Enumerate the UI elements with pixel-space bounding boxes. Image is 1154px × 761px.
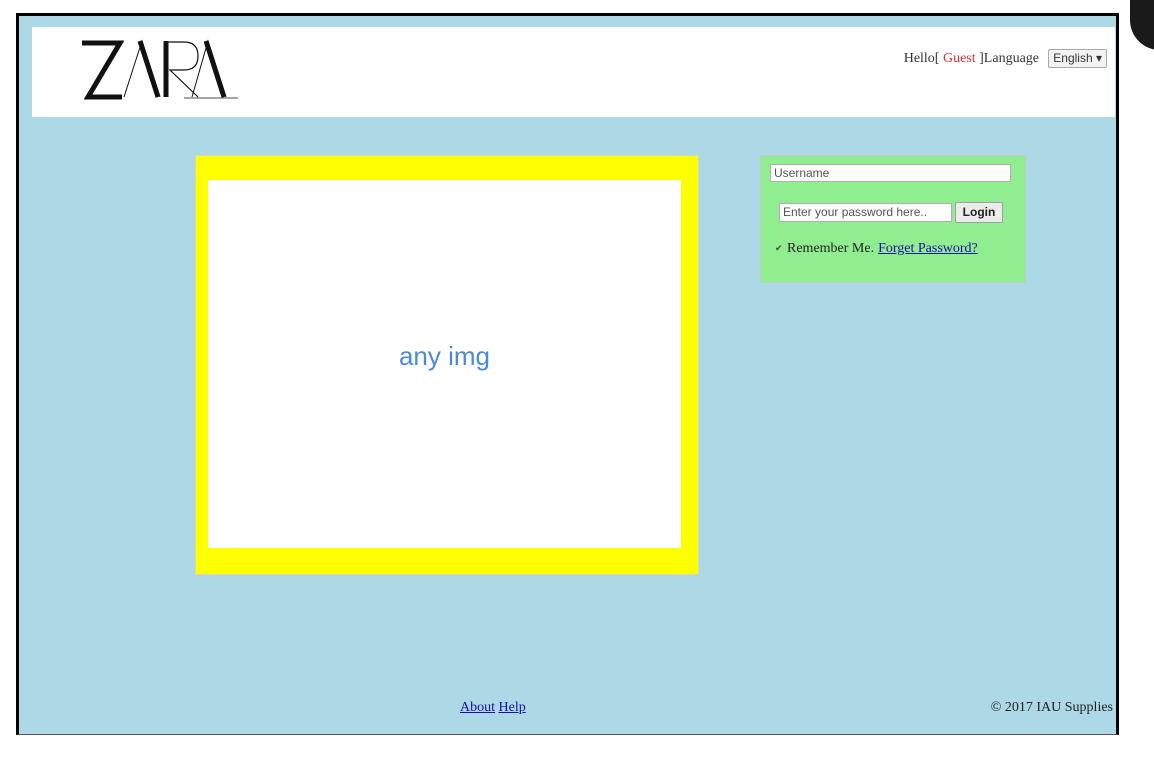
- forget-password-link[interactable]: Forget Password?: [878, 241, 978, 256]
- image-placeholder-text: any img: [398, 340, 491, 371]
- remember-me-label: Remember Me.: [787, 241, 875, 256]
- zara-logo: [82, 39, 238, 100]
- password-input[interactable]: Enter your password here..: [779, 203, 952, 222]
- about-link[interactable]: About: [460, 700, 495, 715]
- corner-badge: [1130, 0, 1154, 50]
- hello-prefix: Hello[: [903, 51, 940, 66]
- copyright-text: © 2017 IAU Supplies: [990, 700, 1113, 715]
- help-link[interactable]: Help: [499, 700, 526, 715]
- image-frame: any img: [195, 155, 699, 575]
- remember-me-row: ✔ Remember Me. Forget Password?: [775, 241, 978, 257]
- header-bar: Hello[ Guest ]Language English ▾: [32, 27, 1115, 117]
- login-panel: Username Enter your password here.. Logi…: [760, 155, 1026, 283]
- language-select[interactable]: English ▾: [1048, 49, 1107, 68]
- guest-name: Guest: [939, 51, 980, 66]
- greeting-text: Hello[ Guest ]Language: [904, 51, 1039, 67]
- remember-me-checkbox[interactable]: ✔: [775, 244, 784, 253]
- footer-links: About Help: [460, 700, 526, 716]
- browser-page: Hello[ Guest ]Language English ▾ any img…: [16, 13, 1119, 735]
- language-label: ]Language: [979, 51, 1039, 66]
- image-placeholder: any img: [208, 180, 681, 548]
- username-input[interactable]: Username: [770, 164, 1011, 182]
- login-button[interactable]: Login: [955, 202, 1003, 223]
